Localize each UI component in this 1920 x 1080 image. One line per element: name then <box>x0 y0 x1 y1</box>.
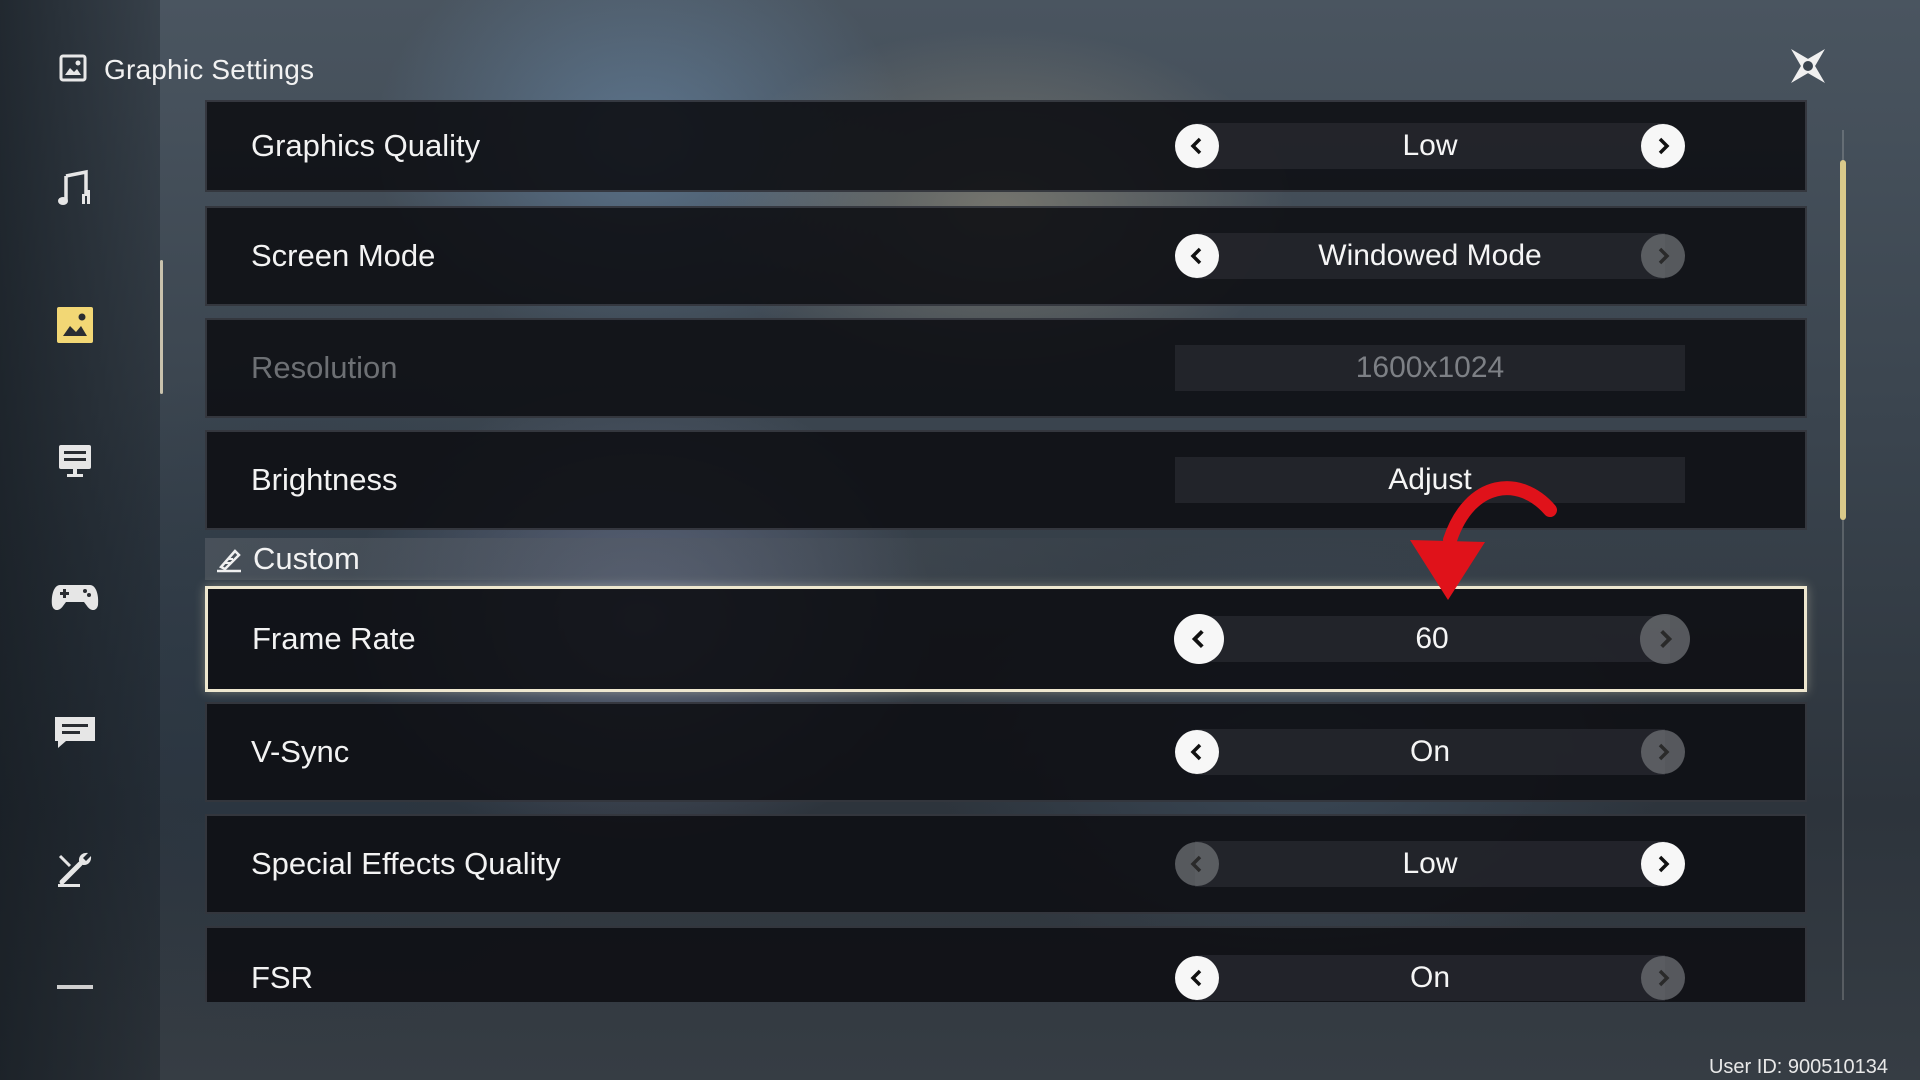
setting-row-frame-rate[interactable]: Frame Rate 60 <box>205 586 1807 692</box>
music-note-icon <box>58 169 90 205</box>
image-settings-icon <box>58 53 88 88</box>
fsr-selector[interactable]: On <box>1175 955 1685 1001</box>
chevron-left-icon <box>1190 137 1202 155</box>
selector-value: Low <box>1402 129 1458 162</box>
sidebar-item-chat[interactable] <box>48 706 102 760</box>
sidebar-item-audio[interactable] <box>48 162 102 216</box>
close-star-icon <box>1791 49 1825 83</box>
scrollbar-thumb[interactable] <box>1840 160 1846 520</box>
prev-button[interactable] <box>1175 956 1219 1000</box>
sidebar-item-display[interactable] <box>48 434 102 488</box>
scrollbar[interactable] <box>1840 130 1846 1000</box>
setting-label: Resolution <box>251 350 398 385</box>
selector-value: 1600x1024 <box>1355 351 1505 384</box>
frame-rate-selector[interactable]: 60 <box>1174 614 1690 664</box>
selector-value: Windowed Mode <box>1318 239 1542 272</box>
sidebar-item-more[interactable] <box>48 960 102 1014</box>
section-header-custom: Custom <box>205 538 1807 580</box>
chevron-left-icon <box>1191 629 1204 649</box>
setting-row-special-effects-quality[interactable]: Special Effects Quality Low <box>205 814 1807 914</box>
gamepad-icon <box>51 585 99 611</box>
setting-row-vsync[interactable]: V-Sync On <box>205 702 1807 802</box>
vsync-selector[interactable]: On <box>1175 729 1685 775</box>
setting-label: V-Sync <box>251 734 350 769</box>
prev-button[interactable] <box>1175 124 1219 168</box>
setting-label: Graphics Quality <box>251 128 481 163</box>
special-effects-selector[interactable]: Low <box>1175 841 1685 887</box>
wrench-icon <box>58 852 92 887</box>
prev-button[interactable] <box>1175 842 1219 886</box>
setting-row-brightness[interactable]: Brightness Adjust <box>205 430 1807 530</box>
chevron-right-icon <box>1658 137 1670 155</box>
resolution-selector: 1600x1024 <box>1175 345 1685 391</box>
screen-mode-selector[interactable]: Windowed Mode <box>1175 233 1685 279</box>
selector-value: On <box>1409 735 1451 768</box>
chevron-left-icon <box>1190 969 1202 987</box>
selector-value: Adjust <box>1388 463 1472 496</box>
image-icon <box>57 307 93 343</box>
close-button[interactable] <box>1780 38 1836 94</box>
setting-label: Screen Mode <box>251 238 436 273</box>
setting-row-screen-mode[interactable]: Screen Mode Windowed Mode <box>205 206 1807 306</box>
prev-button[interactable] <box>1175 234 1219 278</box>
chevron-left-icon <box>1190 743 1202 761</box>
brightness-adjust-button[interactable]: Adjust <box>1175 457 1685 503</box>
user-id: User ID: 900510134 <box>1708 1056 1888 1078</box>
chevron-right-icon <box>1660 629 1673 649</box>
page-header: Graphic Settings <box>58 48 314 92</box>
selector-value: On <box>1409 961 1451 994</box>
pen-icon <box>217 549 241 573</box>
chevron-right-icon <box>1658 247 1670 265</box>
chat-bubble-icon <box>55 717 95 748</box>
next-button[interactable] <box>1641 956 1685 1000</box>
section-title: Custom <box>253 541 360 576</box>
setting-label: Frame Rate <box>252 621 416 656</box>
sidebar-item-other[interactable] <box>48 842 102 896</box>
next-button[interactable] <box>1641 730 1685 774</box>
next-button[interactable] <box>1640 614 1690 664</box>
selector-value: 60 <box>1415 622 1449 655</box>
chevron-right-icon <box>1658 855 1670 873</box>
next-button[interactable] <box>1641 234 1685 278</box>
chevron-right-icon <box>1658 969 1670 987</box>
dash-icon <box>57 985 93 989</box>
prev-button[interactable] <box>1175 730 1219 774</box>
setting-label: Special Effects Quality <box>251 846 561 881</box>
setting-label: FSR <box>251 960 313 995</box>
next-button[interactable] <box>1641 842 1685 886</box>
setting-row-graphics-quality[interactable]: Graphics Quality Low <box>205 100 1807 192</box>
next-button[interactable] <box>1641 124 1685 168</box>
setting-label: Brightness <box>251 462 398 497</box>
selector-value: Low <box>1402 847 1458 880</box>
chevron-right-icon <box>1658 743 1670 761</box>
sidebar-active-indicator <box>160 260 163 394</box>
chevron-left-icon <box>1190 247 1202 265</box>
sidebar-item-graphics[interactable] <box>48 298 102 352</box>
setting-row-fsr[interactable]: FSR On <box>205 926 1807 1002</box>
setting-row-resolution: Resolution 1600x1024 <box>205 318 1807 418</box>
page-title: Graphic Settings <box>104 54 315 85</box>
sidebar-item-controls[interactable] <box>48 570 102 624</box>
prev-button[interactable] <box>1174 614 1224 664</box>
monitor-icon <box>59 445 91 477</box>
chevron-left-icon <box>1190 855 1202 873</box>
graphics-quality-selector[interactable]: Low <box>1175 123 1685 169</box>
